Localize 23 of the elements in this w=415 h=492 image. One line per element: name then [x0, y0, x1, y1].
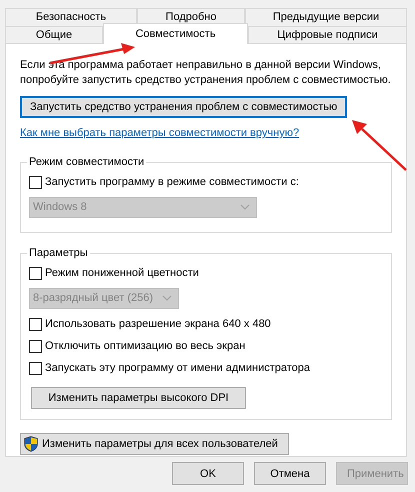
- checkbox-label[interactable]: Запускать эту программу от имени администратора: [45, 360, 310, 377]
- checkbox[interactable]: [29, 176, 42, 189]
- tab[interactable]: Цифровые подписи: [248, 26, 407, 44]
- checkbox[interactable]: [29, 318, 42, 331]
- tab[interactable]: Предыдущие версии: [245, 8, 407, 26]
- checkbox[interactable]: [29, 362, 42, 375]
- checkbox[interactable]: [29, 340, 42, 353]
- checkbox-label[interactable]: Запустить программу в режиме совместимости с:: [45, 174, 299, 191]
- checkbox-label[interactable]: Режим пониженной цветности: [45, 265, 199, 282]
- checkbox-label[interactable]: Использовать разрешение экрана 640 x 480: [45, 316, 271, 333]
- help-link[interactable]: Как мне выбрать параметры совместимости вручную?: [20, 125, 300, 142]
- checkbox-label[interactable]: Отключить оптимизацию во весь экран: [45, 338, 246, 355]
- tab[interactable]: Безопасность: [5, 8, 137, 26]
- arrow: [352, 120, 407, 171]
- troubleshoot-button[interactable]: Запустить средство устранения проблем с совместимостью: [20, 96, 348, 118]
- all-users-button[interactable]: Изменить параметры для всех пользователей: [20, 432, 289, 454]
- dialog-button[interactable]: Отмена: [254, 462, 326, 485]
- tab[interactable]: Общие: [5, 26, 103, 44]
- checkbox[interactable]: [29, 267, 42, 280]
- dialog-button[interactable]: OK: [172, 462, 244, 485]
- shield-icon: [24, 436, 38, 452]
- dpi-settings-button[interactable]: Изменить параметры высокого DPI: [31, 386, 246, 408]
- tab[interactable]: Совместимость: [103, 23, 248, 44]
